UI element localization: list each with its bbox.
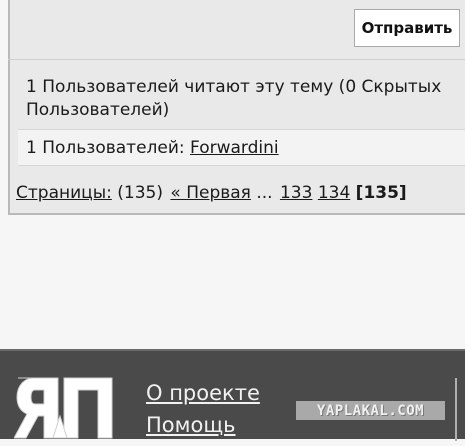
pages-label-link[interactable]: Страницы: [16,183,112,203]
readers-users-prefix: 1 Пользователей: [26,138,185,158]
page-link-133[interactable]: 133 [280,183,312,203]
readers-summary: 1 Пользователей читают эту тему (0 Скрыт… [26,77,442,120]
site-footer: О проекте Помощь YAPLAKAL.COM [0,349,465,441]
site-logo-icon[interactable] [14,376,114,446]
about-link[interactable]: О проекте [146,381,260,405]
panel-divider [8,59,465,60]
send-button[interactable]: Отправить [354,9,460,47]
pages-ellipsis: ... [256,183,273,203]
footer-divider [455,378,457,441]
help-link[interactable]: Помощь [146,413,236,437]
readers-users-box: 1 Пользователей: Forwardini [18,129,465,166]
pagination: Страницы: (135) « Первая ... 133 134 [13… [16,183,409,203]
first-page-link[interactable]: « Первая [170,183,251,203]
page-link-134[interactable]: 134 [318,183,350,203]
current-page: [135] [355,183,407,203]
pages-count: (135) [117,183,163,203]
site-badge[interactable]: YAPLAKAL.COM [296,401,445,420]
user-link[interactable]: Forwardini [190,138,279,158]
readers-users-line: 1 Пользователей: Forwardini [26,138,279,158]
